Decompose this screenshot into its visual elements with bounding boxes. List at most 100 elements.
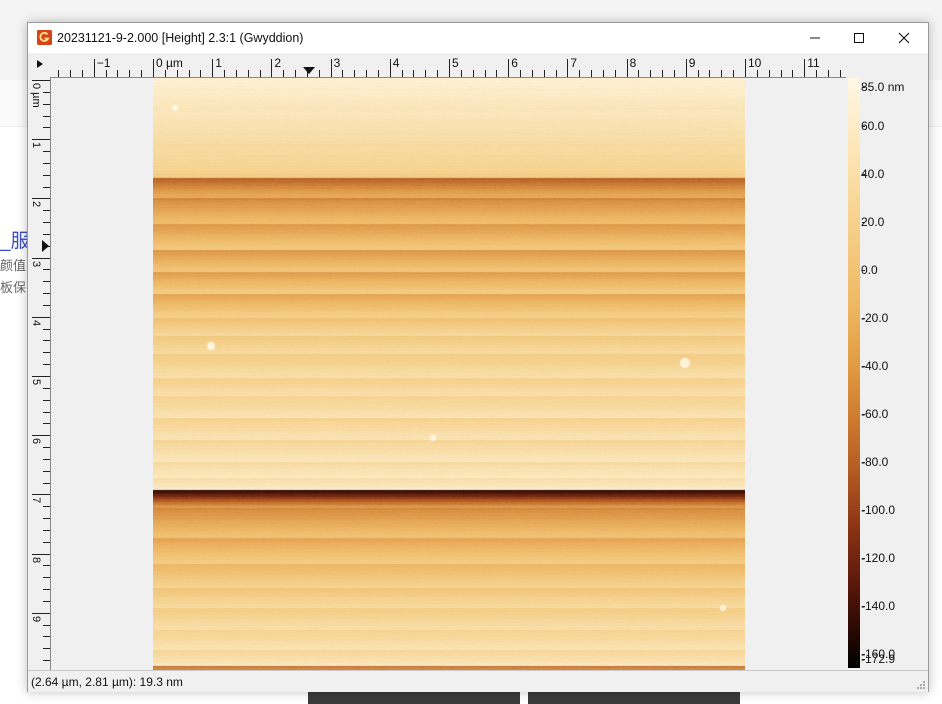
color-scale-tick <box>862 558 865 559</box>
hruler-tick <box>591 70 593 77</box>
vruler-tick <box>43 162 50 164</box>
hruler-tick <box>768 70 770 77</box>
resize-grip-icon[interactable] <box>916 680 926 690</box>
vruler-tick <box>43 423 50 425</box>
hruler-label: 3 <box>333 56 341 70</box>
vruler-tick <box>43 387 50 389</box>
hruler-tick <box>70 70 72 77</box>
color-scale-tick <box>862 414 865 415</box>
vruler-label: 6 <box>30 438 42 445</box>
hruler-tick <box>153 59 154 77</box>
hruler-tick <box>342 70 344 77</box>
color-scale-label: -80.0 <box>861 455 889 469</box>
hruler-tick <box>531 70 533 77</box>
hruler-tick <box>247 70 249 77</box>
color-scale-label: -60.0 <box>861 407 889 421</box>
vruler-tick <box>43 624 50 626</box>
vruler-tick <box>32 316 50 318</box>
maximize-icon <box>854 33 864 43</box>
vruler-tick <box>43 281 50 283</box>
vruler-tick <box>32 257 50 259</box>
color-scale-label: -40.0 <box>861 359 889 373</box>
hruler-tick <box>389 59 391 77</box>
close-button[interactable] <box>881 23 927 53</box>
color-scale-tick <box>862 126 865 127</box>
hruler-tick <box>188 70 190 77</box>
vruler-label: 3 <box>30 260 42 267</box>
hruler-label: 7 <box>570 56 578 70</box>
vruler-tick <box>43 186 50 188</box>
vruler-tick <box>43 529 50 531</box>
maximize-button[interactable] <box>836 23 882 53</box>
color-scale-label: -120.0 <box>861 551 896 565</box>
data-view-area[interactable] <box>51 78 847 670</box>
hruler-tick <box>662 70 664 77</box>
background-thumbnail[interactable] <box>528 690 740 704</box>
background-thumbnail[interactable] <box>308 690 520 704</box>
afm-height-image[interactable] <box>153 78 745 670</box>
hruler-label: 1 <box>215 56 222 70</box>
color-scale-tick <box>862 659 865 660</box>
hruler-tick <box>721 70 723 77</box>
vruler-tick <box>43 518 50 520</box>
vruler-tick <box>43 577 50 579</box>
vruler-tick <box>43 506 50 508</box>
hruler-tick <box>484 70 486 77</box>
hruler-tick <box>626 59 628 77</box>
hruler-tick <box>496 70 498 77</box>
vruler-tick <box>43 364 50 366</box>
hruler-tick <box>354 70 356 77</box>
hruler-tick <box>520 70 522 77</box>
vruler-tick <box>32 435 50 437</box>
vruler-tick <box>43 293 50 295</box>
hruler-tick <box>117 70 119 77</box>
hruler-tick <box>602 70 604 77</box>
hruler-tick <box>543 70 545 77</box>
color-scale-label: -140.0 <box>861 599 896 613</box>
hruler-tick <box>401 70 403 77</box>
vruler-tick <box>43 589 50 591</box>
color-scale-tick <box>862 510 865 511</box>
minimize-button[interactable] <box>792 23 838 53</box>
hruler-label: −1 <box>96 56 111 70</box>
vruler-tick <box>43 660 50 662</box>
vruler-tick <box>32 198 50 200</box>
hruler-tick <box>709 70 711 77</box>
vruler-tick <box>43 269 50 271</box>
hruler-label: 2 <box>274 56 282 70</box>
vruler-label: 0 µm <box>30 83 42 108</box>
hruler-tick <box>508 59 510 77</box>
color-scale-tick <box>862 174 865 175</box>
hruler-tick <box>283 70 285 77</box>
hruler-tick <box>81 70 83 77</box>
hruler-label: 6 <box>511 56 518 70</box>
vruler-tick <box>43 541 50 543</box>
title-bar[interactable]: 20231121-9-2.000 [Height] 2.3:1 (Gwyddio… <box>28 23 928 53</box>
vruler-label: 7 <box>30 497 42 504</box>
hruler-tick <box>460 70 462 77</box>
vruler-tick <box>43 636 50 638</box>
hruler-tick <box>318 70 320 77</box>
hruler-tick <box>235 70 237 77</box>
hruler-tick <box>200 70 202 77</box>
hruler-tick <box>449 59 450 77</box>
hruler-label: 11 <box>807 56 820 70</box>
horizontal-ruler: −1 0 µm 1 2 3 4 5 6 7 8 9 10 11 <box>50 53 846 78</box>
vruler-label: 4 <box>30 319 42 326</box>
color-scale-label: -100.0 <box>861 503 896 517</box>
hruler-tick <box>804 59 806 77</box>
hruler-tick <box>377 70 379 77</box>
vruler-tick <box>43 399 50 401</box>
hruler-tick <box>733 70 735 77</box>
background-link[interactable]: _服 <box>0 226 30 253</box>
hruler-tick <box>413 70 415 77</box>
vruler-tick <box>32 612 50 614</box>
vruler-tick <box>43 233 50 235</box>
hruler-tick <box>792 70 794 77</box>
ruler-corner-menu[interactable] <box>28 53 50 77</box>
hruler-tick <box>638 70 640 77</box>
vruler-label: 8 <box>30 556 42 563</box>
vruler-tick <box>43 174 50 176</box>
hruler-tick <box>437 70 439 77</box>
hruler-tick <box>756 70 758 77</box>
